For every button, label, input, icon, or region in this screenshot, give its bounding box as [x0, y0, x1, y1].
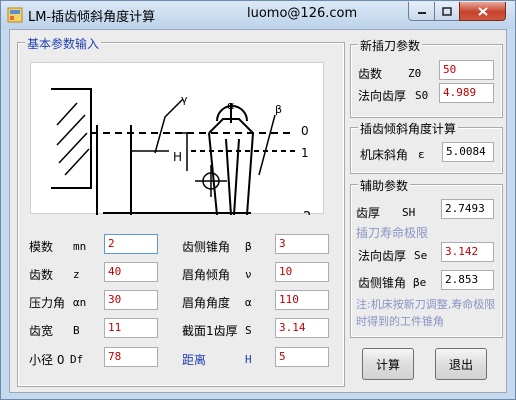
width-label: 齿宽 [29, 324, 54, 338]
aux-thickness-output[interactable]: 2.7493 [441, 199, 494, 219]
aux-thickness-label: 齿厚 [356, 206, 381, 220]
aux-thickness-sym: SH [402, 206, 416, 219]
cutter-teeth-sym: Z0 [408, 67, 422, 80]
beta-label: β [275, 103, 282, 116]
life-cone-output[interactable]: 2.853 [441, 270, 494, 290]
minimize-icon [417, 12, 426, 14]
cutter-thickness-input[interactable]: 4.989 [439, 83, 494, 103]
app-window: LM-插齿倾斜角度计算 luomo@126.com 基本参数输入 γ α β H… [0, 0, 516, 400]
pressure-angle-sym: αn [73, 296, 87, 309]
section-thickness-input[interactable]: 3.14 [275, 318, 329, 338]
life-cone-label: 齿侧锥角 [358, 276, 407, 290]
alpha-label: α [227, 99, 234, 112]
line-2-label: 2 [303, 210, 311, 215]
machine-angle-sym: ε [418, 148, 425, 161]
life-normal-thickness-label: 法向齿厚 [358, 249, 407, 263]
teeth-label: 齿数 [29, 268, 54, 282]
tooth-diagram-drawing: γ α β H 0 1 2 [51, 88, 311, 225]
section-thickness-sym: S [245, 324, 252, 337]
pressure-angle-input[interactable]: 30 [104, 290, 158, 310]
h-label: H [173, 150, 182, 164]
flank-cone-sym: β [245, 240, 252, 253]
minimize-button[interactable] [408, 2, 435, 21]
brow-tilt-input[interactable]: 10 [275, 262, 329, 282]
line-0-label: 0 [301, 124, 309, 138]
brow-tilt-sym: ν [245, 268, 252, 281]
cutter-life-label: 插刀寿命极限 [356, 226, 429, 240]
brow-angle-input[interactable]: 110 [275, 290, 329, 310]
life-cone-sym: βe [413, 276, 427, 289]
cutter-teeth-label: 齿数 [358, 67, 383, 81]
flank-cone-label: 齿侧锥角 [182, 240, 231, 254]
exit-button[interactable]: 退出 [435, 348, 487, 380]
close-icon [477, 6, 488, 16]
tooth-diagram: γ α β H 0 1 2 [30, 62, 324, 225]
minor-dia-input[interactable]: 78 [104, 347, 158, 367]
brow-angle-label: 眉角角度 [182, 296, 231, 310]
calculate-button[interactable]: 计算 [362, 348, 414, 380]
teeth-sym: z [73, 268, 80, 281]
client-area: 基本参数输入 γ α β H 0 1 模数 mn 2 齿数 z 40 压力角 α… [9, 29, 507, 393]
brow-angle-sym: α [245, 296, 252, 309]
cutter-teeth-input[interactable]: 50 [439, 60, 494, 80]
machine-angle-label: 机床斜角 [360, 148, 409, 162]
distance-label: 距离 [182, 353, 207, 367]
maximize-icon [442, 6, 452, 16]
pressure-angle-label: 压力角 [29, 296, 66, 310]
author-email: luomo@126.com [247, 6, 358, 21]
distance-sym: H [245, 353, 252, 366]
aux-title: 辅助参数 [358, 177, 411, 194]
tilt-title: 插齿倾斜角度计算 [358, 120, 459, 137]
machine-angle-output[interactable]: 5.0084 [442, 142, 494, 162]
minor-dia-label: 小径 0 [29, 353, 65, 367]
line-1-label: 1 [301, 146, 309, 160]
cutter-thickness-label: 法向齿厚 [358, 89, 407, 103]
life-normal-thickness-sym: Se [414, 249, 428, 262]
new-cutter-title: 新插刀参数 [358, 37, 423, 54]
distance-input[interactable]: 5 [275, 347, 329, 367]
module-input[interactable]: 2 [104, 234, 158, 254]
minor-dia-sym: Df [70, 353, 84, 366]
brow-tilt-label: 眉角倾角 [182, 268, 231, 282]
module-sym: mn [73, 240, 87, 253]
width-sym: B [73, 324, 80, 337]
cutter-thickness-sym: S0 [415, 89, 429, 102]
teeth-input[interactable]: 40 [104, 262, 158, 282]
gamma-label: γ [181, 93, 188, 106]
window-title: LM-插齿倾斜角度计算 [28, 10, 156, 25]
life-normal-thickness-output[interactable]: 3.142 [441, 242, 494, 262]
title-bar[interactable]: LM-插齿倾斜角度计算 luomo@126.com [1, 1, 515, 29]
section-thickness-label: 截面1齿厚 [182, 324, 238, 338]
module-label: 模数 [29, 240, 54, 254]
app-icon [7, 7, 23, 23]
life-note: 注:机床按新刀调整,寿命极限时得到的工件锥角 [356, 298, 496, 328]
flank-cone-input[interactable]: 3 [275, 234, 329, 254]
width-input[interactable]: 11 [104, 318, 158, 338]
basic-params-title: 基本参数输入 [25, 35, 102, 52]
close-button[interactable] [459, 2, 506, 21]
maximize-button[interactable] [434, 2, 460, 21]
